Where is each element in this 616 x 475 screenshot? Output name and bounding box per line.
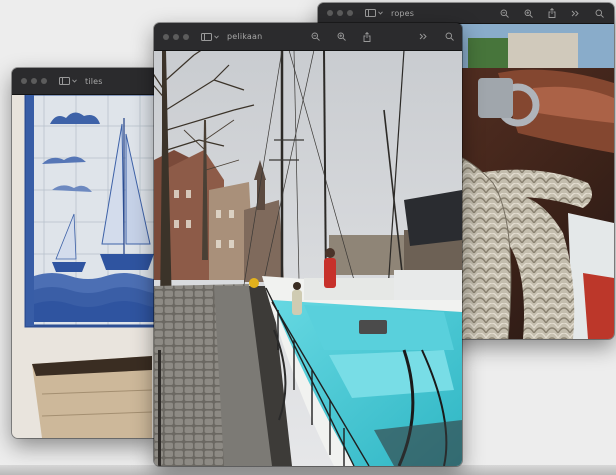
dock-edge (0, 465, 616, 475)
window-titlebar[interactable]: pelikaan (154, 23, 462, 51)
zoom-light-icon[interactable] (183, 33, 189, 40)
sidebar-icon (59, 77, 70, 85)
zoom-in-icon[interactable] (524, 9, 533, 18)
traffic-lights (327, 10, 353, 16)
sidebar-icon (365, 9, 376, 17)
sidebar-toggle-button[interactable] (59, 77, 77, 85)
window-titlebar[interactable]: ropes (318, 3, 614, 24)
window-title: tiles (85, 76, 103, 86)
toolbar (311, 31, 454, 42)
chevron-down-icon (214, 34, 219, 39)
sidebar-icon (201, 32, 212, 41)
minimize-light-icon[interactable] (31, 78, 37, 84)
sidebar-toggle-button[interactable] (201, 32, 219, 41)
close-light-icon[interactable] (163, 33, 169, 40)
more-icon[interactable] (571, 10, 580, 17)
toolbar (500, 8, 604, 18)
zoom-out-icon[interactable] (311, 32, 320, 41)
traffic-lights (21, 78, 47, 84)
photo-delft-tiles (12, 94, 160, 438)
minimize-light-icon[interactable] (337, 10, 343, 16)
more-icon[interactable] (419, 33, 428, 40)
chevron-down-icon (378, 11, 383, 15)
share-icon[interactable] (363, 31, 371, 42)
close-light-icon[interactable] (21, 78, 27, 84)
preview-window-pelikaan[interactable]: pelikaan (154, 23, 462, 466)
zoom-out-icon[interactable] (500, 9, 509, 18)
sidebar-toggle-button[interactable] (365, 9, 383, 17)
window-titlebar[interactable]: tiles (12, 68, 160, 95)
preview-window-tiles[interactable]: tiles (12, 68, 160, 438)
close-light-icon[interactable] (327, 10, 333, 16)
zoom-light-icon[interactable] (41, 78, 47, 84)
zoom-in-icon[interactable] (337, 32, 346, 41)
search-icon[interactable] (595, 9, 604, 18)
search-icon[interactable] (445, 32, 454, 41)
minimize-light-icon[interactable] (173, 33, 179, 40)
photo-pelikaan-boat (154, 50, 462, 466)
chevron-down-icon (72, 79, 77, 83)
zoom-light-icon[interactable] (347, 10, 353, 16)
traffic-lights (163, 33, 189, 40)
share-icon[interactable] (548, 8, 556, 18)
window-title: pelikaan (227, 32, 263, 41)
window-title: ropes (391, 8, 415, 18)
